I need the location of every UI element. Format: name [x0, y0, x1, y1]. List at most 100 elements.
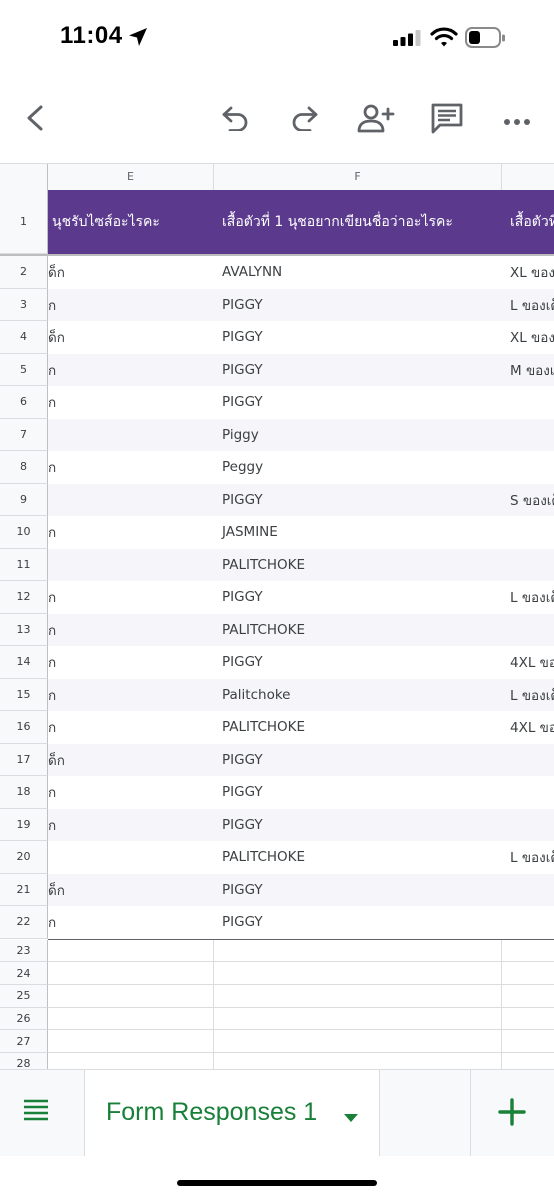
- cell-e[interactable]: ก: [48, 581, 214, 614]
- all-sheets-button[interactable]: [20, 1096, 60, 1132]
- cell-g[interactable]: [502, 776, 554, 809]
- cell-f[interactable]: PIGGY: [214, 906, 502, 939]
- cell-e[interactable]: ด็ก: [48, 744, 214, 777]
- column-header-g[interactable]: [502, 164, 554, 190]
- row-header[interactable]: 20: [0, 841, 48, 874]
- cell-e[interactable]: ก: [48, 646, 214, 679]
- cell-e[interactable]: ด็ก: [48, 874, 214, 907]
- cell-f[interactable]: Peggy: [214, 451, 502, 484]
- column-header-e[interactable]: E: [48, 164, 214, 190]
- cell-e[interactable]: [48, 841, 214, 874]
- cell-g[interactable]: [502, 940, 554, 963]
- cell-e[interactable]: ก: [48, 906, 214, 939]
- row-header[interactable]: 25: [0, 984, 48, 1008]
- cell-f[interactable]: PIGGY: [214, 321, 502, 354]
- cell-g[interactable]: [502, 809, 554, 842]
- cell-e[interactable]: [48, 939, 214, 963]
- cell-e[interactable]: ก: [48, 516, 214, 549]
- cell-e[interactable]: ก: [48, 711, 214, 744]
- cell-f[interactable]: AVALYNN: [214, 256, 502, 289]
- cell-f[interactable]: PIGGY: [214, 809, 502, 842]
- cell-f[interactable]: Palitchoke: [214, 679, 502, 712]
- header-cell-f[interactable]: เสื้อตัวที่ 1 นุชอยากเขียนชื่อว่าอะไรคะ: [214, 190, 502, 254]
- cell-e[interactable]: [48, 984, 214, 1008]
- row-header[interactable]: 13: [0, 613, 48, 646]
- row-header[interactable]: 6: [0, 386, 48, 419]
- row-header[interactable]: 21: [0, 873, 48, 906]
- row-header[interactable]: 16: [0, 711, 48, 744]
- row-header[interactable]: 8: [0, 451, 48, 484]
- row-header[interactable]: 9: [0, 483, 48, 516]
- redo-button[interactable]: [285, 100, 325, 140]
- sheet-tab-form-responses[interactable]: Form Responses 1: [84, 1070, 380, 1156]
- cell-e[interactable]: ก: [48, 451, 214, 484]
- cell-f[interactable]: Piggy: [214, 419, 502, 452]
- cell-e[interactable]: ด็ก: [48, 256, 214, 289]
- cell-f[interactable]: PIGGY: [214, 776, 502, 809]
- cell-f[interactable]: PIGGY: [214, 874, 502, 907]
- row-header[interactable]: 19: [0, 808, 48, 841]
- cell-f[interactable]: PIGGY: [214, 354, 502, 387]
- cell-g[interactable]: M ของเด: [502, 354, 554, 387]
- cell-g[interactable]: [502, 985, 554, 1008]
- cell-g[interactable]: 4XL ของ: [502, 711, 554, 744]
- cell-f[interactable]: [214, 1053, 502, 1069]
- cell-g[interactable]: XL ของเ: [502, 256, 554, 289]
- cell-g[interactable]: [502, 962, 554, 985]
- cell-e[interactable]: ก: [48, 679, 214, 712]
- cell-f[interactable]: PIGGY: [214, 581, 502, 614]
- row-header[interactable]: 14: [0, 646, 48, 679]
- comments-button[interactable]: [427, 100, 467, 140]
- cell-f[interactable]: [214, 1007, 502, 1031]
- cell-g[interactable]: [502, 386, 554, 419]
- row-header[interactable]: 7: [0, 418, 48, 451]
- cell-f[interactable]: PALITCHOKE: [214, 614, 502, 647]
- cell-e[interactable]: [48, 1007, 214, 1031]
- cell-f[interactable]: JASMINE: [214, 516, 502, 549]
- cell-e[interactable]: [48, 549, 214, 582]
- cell-f[interactable]: PALITCHOKE: [214, 841, 502, 874]
- cell-e[interactable]: ก: [48, 614, 214, 647]
- cell-f[interactable]: [214, 984, 502, 1008]
- header-cell-g[interactable]: เสื้อตัวที่: [502, 190, 554, 254]
- cell-g[interactable]: [502, 614, 554, 647]
- cell-g[interactable]: [502, 549, 554, 582]
- back-button[interactable]: [15, 100, 55, 140]
- cell-g[interactable]: L ของเด็: [502, 841, 554, 874]
- cell-g[interactable]: [502, 744, 554, 777]
- cell-g[interactable]: [502, 906, 554, 939]
- more-options-button[interactable]: [497, 100, 537, 140]
- cell-f[interactable]: PALITCHOKE: [214, 549, 502, 582]
- cell-f[interactable]: PIGGY: [214, 646, 502, 679]
- header-cell-e[interactable]: นุชรับไซส์อะไรคะ: [48, 190, 214, 254]
- select-all-corner[interactable]: [0, 164, 48, 190]
- share-button[interactable]: [356, 100, 396, 140]
- row-header[interactable]: 26: [0, 1007, 48, 1031]
- cell-e[interactable]: [48, 419, 214, 452]
- undo-button[interactable]: [215, 100, 255, 140]
- row-header[interactable]: 17: [0, 743, 48, 776]
- cell-e[interactable]: [48, 962, 214, 985]
- cell-g[interactable]: [502, 874, 554, 907]
- cell-g[interactable]: S ของเด็: [502, 484, 554, 517]
- cell-g[interactable]: XL ของเ: [502, 321, 554, 354]
- cell-e[interactable]: [48, 1053, 214, 1069]
- row-header[interactable]: 27: [0, 1030, 48, 1053]
- cell-g[interactable]: 4XL ของ: [502, 646, 554, 679]
- row-header[interactable]: 22: [0, 906, 48, 939]
- row-header[interactable]: 12: [0, 581, 48, 614]
- cell-g[interactable]: L ของเด็: [502, 289, 554, 322]
- row-header[interactable]: 3: [0, 288, 48, 321]
- row-header[interactable]: 15: [0, 678, 48, 711]
- row-header[interactable]: 10: [0, 516, 48, 549]
- row-header[interactable]: 11: [0, 548, 48, 581]
- cell-e[interactable]: ก: [48, 289, 214, 322]
- row-header[interactable]: 23: [0, 939, 48, 963]
- cell-e[interactable]: [48, 484, 214, 517]
- spreadsheet-grid[interactable]: E F 1 นุชรับไซส์อะไรคะ เสื้อตัวที่ 1 นุชอย…: [0, 163, 554, 1069]
- caret-down-icon[interactable]: [343, 1108, 359, 1127]
- row-header[interactable]: 28: [0, 1053, 48, 1069]
- cell-g[interactable]: [502, 1030, 554, 1053]
- cell-f[interactable]: [214, 962, 502, 985]
- cell-e[interactable]: ก: [48, 809, 214, 842]
